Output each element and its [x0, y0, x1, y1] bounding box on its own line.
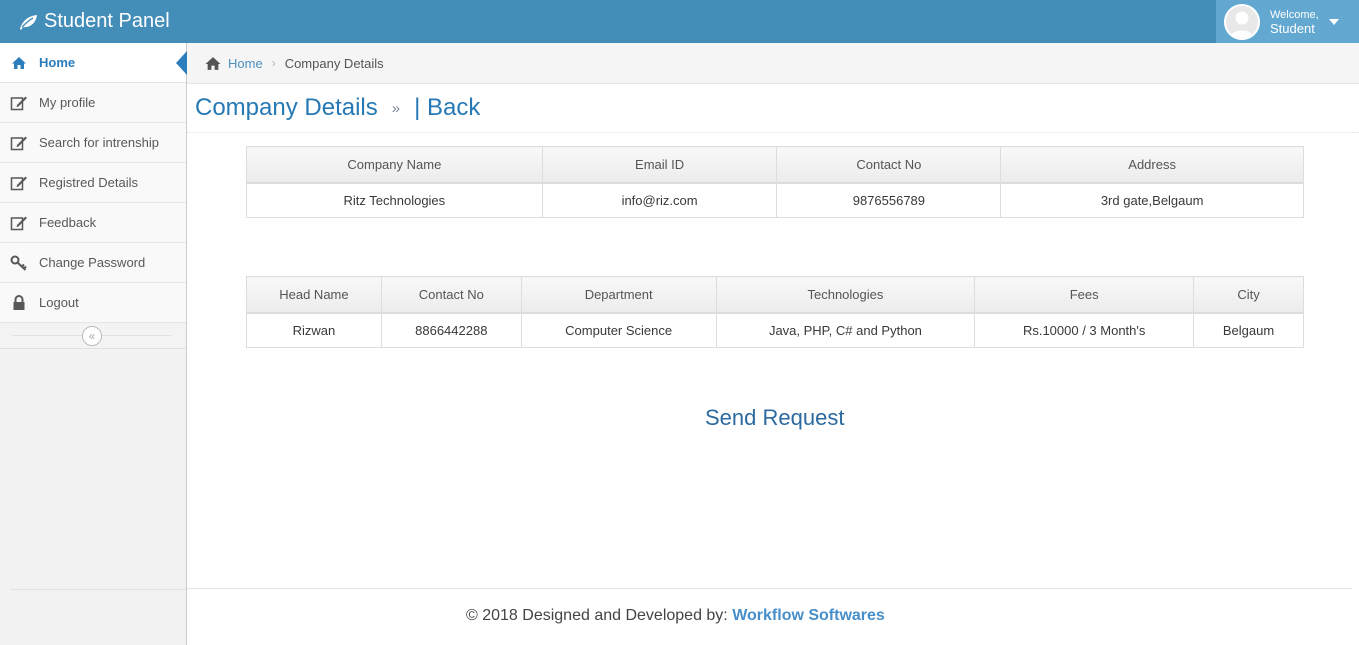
sidebar-item-registered-details[interactable]: Registred Details [0, 163, 186, 203]
brand-title: Student Panel [44, 10, 170, 32]
sidebar-item-change-password[interactable]: Change Password [0, 243, 186, 283]
home-icon [205, 56, 221, 70]
column-header: Address [1000, 146, 1304, 184]
navbar: Student Panel Welcome, Student [0, 0, 1359, 43]
table-header-row: Head Name Contact No Department Technolo… [246, 276, 1304, 314]
table-cell: 9876556789 [776, 182, 1002, 218]
footer: © 2018 Designed and Developed by: Workfl… [466, 607, 885, 625]
table-cell: Ritz Technologies [246, 182, 543, 218]
divider [10, 589, 186, 590]
breadcrumb-home-link[interactable]: Home [228, 56, 263, 71]
column-header: Contact No [380, 276, 522, 314]
chevron-right-icon: › [271, 56, 276, 70]
table-row: Rizwan 8866442288 Computer Science Java,… [246, 312, 1304, 348]
column-header: Head Name [246, 276, 382, 314]
key-icon [10, 254, 28, 272]
user-menu[interactable]: Welcome, Student [1216, 0, 1359, 43]
sidebar-item-label: Home [39, 55, 76, 70]
collapse-sidebar-icon[interactable]: « [82, 326, 102, 346]
page-header: Company Details » | Back [187, 84, 1359, 133]
edit-icon [10, 134, 28, 152]
table-cell: Belgaum [1193, 312, 1304, 348]
column-header: Company Name [246, 146, 543, 184]
sidebar-item-my-profile[interactable]: My profile [0, 83, 186, 123]
table-cell: Rizwan [246, 312, 382, 348]
edit-icon [10, 94, 28, 112]
column-header: Contact No [776, 146, 1002, 184]
caret-down-icon [1328, 18, 1339, 25]
column-header: City [1193, 276, 1304, 314]
footer-company-link[interactable]: Workflow Softwares [732, 607, 885, 624]
table-cell: 8866442288 [380, 312, 522, 348]
sidebar-collapse-bar: « [0, 323, 186, 349]
breadcrumb-current: Company Details [284, 55, 384, 71]
sidebar: Home My profile Search for intrenship Re… [0, 43, 187, 645]
sidebar-item-label: Feedback [39, 215, 97, 230]
back-link[interactable]: | Back [414, 94, 480, 122]
table-header-row: Company Name Email ID Contact No Address [246, 146, 1304, 184]
breadcrumb: Home › Company Details [187, 43, 1359, 84]
column-header: Department [520, 276, 717, 314]
user-name: Student [1270, 20, 1315, 36]
edit-icon [10, 214, 28, 232]
sidebar-item-label: Logout [39, 295, 79, 310]
welcome-text: Welcome, [1270, 8, 1319, 21]
table-cell: Rs.10000 / 3 Month's [974, 312, 1195, 348]
table-row: Ritz Technologies info@riz.com 987655678… [246, 182, 1304, 218]
company-table: Company Name Email ID Contact No Address… [246, 146, 1304, 218]
lock-icon [10, 294, 28, 312]
column-header: Fees [974, 276, 1195, 314]
divider [187, 588, 1352, 589]
sidebar-item-label: Change Password [39, 255, 146, 270]
page-title: Company Details [195, 94, 378, 121]
sidebar-item-feedback[interactable]: Feedback [0, 203, 186, 243]
table-cell: Computer Science [520, 312, 717, 348]
leaf-icon [20, 14, 37, 30]
edit-icon [10, 174, 28, 192]
table-cell: info@riz.com [541, 182, 778, 218]
footer-text: © 2018 Designed and Developed by: [466, 607, 733, 624]
column-header: Email ID [541, 146, 778, 184]
head-table: Head Name Contact No Department Technolo… [246, 276, 1304, 348]
sidebar-item-search-internship[interactable]: Search for intrenship [0, 123, 186, 163]
table-cell: 3rd gate,Belgaum [1000, 182, 1304, 218]
home-icon [10, 54, 28, 72]
sidebar-item-label: Search for intrenship [39, 135, 159, 150]
sidebar-item-logout[interactable]: Logout [0, 283, 186, 323]
brand[interactable]: Student Panel [18, 0, 170, 43]
avatar [1224, 3, 1260, 40]
table-cell: Java, PHP, C# and Python [715, 312, 976, 348]
sidebar-item-home[interactable]: Home [0, 43, 187, 83]
user-icon [1230, 11, 1254, 38]
sidebar-item-label: My profile [39, 95, 96, 110]
sidebar-item-label: Registred Details [39, 175, 138, 190]
double-angle-right-icon: » [391, 99, 401, 117]
send-request-link[interactable]: Send Request [705, 405, 844, 431]
column-header: Technologies [715, 276, 976, 314]
user-info: Welcome, Student [1270, 8, 1319, 36]
